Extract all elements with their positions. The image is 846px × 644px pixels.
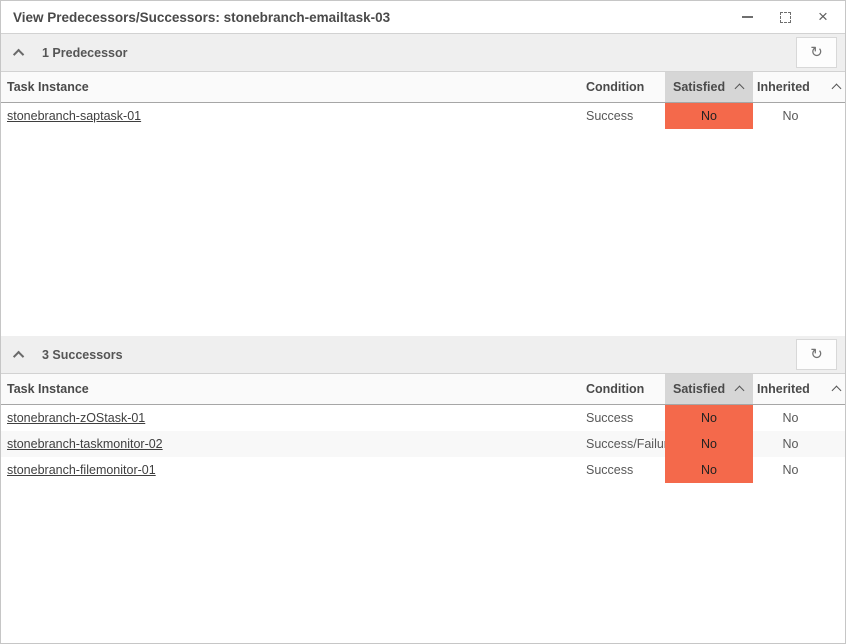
predecessors-section: 1 Predecessor ↻ Task Instance Condition … (1, 34, 845, 336)
task-instance-link[interactable]: stonebranch-saptask-01 (7, 109, 141, 123)
column-header-condition[interactable]: Condition (577, 72, 665, 102)
task-instance-cell: stonebranch-saptask-01 (1, 103, 577, 129)
caret-up-icon (831, 385, 842, 396)
predecessors-refresh-button[interactable]: ↻ (796, 37, 837, 68)
column-header-satisfied-label: Satisfied (673, 80, 726, 94)
row-end-spacer (828, 457, 845, 483)
minimize-icon (741, 16, 753, 18)
refresh-icon: ↻ (810, 346, 823, 363)
chevron-up-icon (12, 48, 25, 60)
column-header-satisfied[interactable]: Satisfied (665, 374, 753, 404)
successors-refresh-button[interactable]: ↻ (796, 339, 837, 370)
column-header-satisfied-label: Satisfied (673, 382, 726, 396)
condition-cell: Success (586, 463, 634, 477)
task-instance-cell: stonebranch-taskmonitor-02 (1, 431, 577, 457)
window-controls: × (740, 7, 835, 26)
predecessors-grid-header: Task Instance Condition Satisfied Inheri… (1, 72, 845, 103)
chevron-up-icon (12, 350, 25, 362)
satisfied-cell: No (665, 431, 753, 457)
task-instance-cell: stonebranch-zOStask-01 (1, 405, 577, 431)
predecessors-collapse-toggle[interactable] (12, 45, 32, 61)
inherited-cell: No (782, 437, 799, 451)
condition-cell: Success/Failure (586, 437, 675, 451)
satisfied-cell: No (665, 457, 753, 483)
row-end-spacer (828, 103, 845, 129)
minimize-button[interactable] (740, 10, 754, 24)
table-row: stonebranch-taskmonitor-02 Success/Failu… (1, 431, 845, 457)
inherited-cell: No (782, 109, 799, 123)
successors-grid-body: stonebranch-zOStask-01 Success No No sto… (1, 405, 845, 643)
maximize-icon (779, 11, 791, 23)
condition-cell: Success (586, 411, 634, 425)
column-header-task-instance[interactable]: Task Instance (1, 72, 577, 102)
column-header-inherited[interactable]: Inherited (753, 72, 828, 102)
column-header-satisfied[interactable]: Satisfied (665, 72, 753, 102)
successors-section: 3 Successors ↻ Task Instance Condition S… (1, 336, 845, 643)
task-instance-link[interactable]: stonebranch-zOStask-01 (7, 411, 145, 425)
condition-cell: Success (586, 109, 634, 123)
grid-header-menu-toggle[interactable] (828, 374, 845, 404)
inherited-cell: No (782, 411, 799, 425)
column-header-inherited[interactable]: Inherited (753, 374, 828, 404)
row-end-spacer (828, 431, 845, 457)
sort-ascending-icon (734, 385, 745, 396)
table-row: stonebranch-zOStask-01 Success No No (1, 405, 845, 431)
successors-grid-header: Task Instance Condition Satisfied Inheri… (1, 374, 845, 405)
sort-ascending-icon (734, 83, 745, 94)
table-row: stonebranch-saptask-01 Success No No (1, 103, 845, 129)
table-row: stonebranch-filemonitor-01 Success No No (1, 457, 845, 483)
row-end-spacer (828, 405, 845, 431)
grid-header-menu-toggle[interactable] (828, 72, 845, 102)
caret-up-icon (831, 83, 842, 94)
column-header-condition[interactable]: Condition (577, 374, 665, 404)
predecessors-section-title: 1 Predecessor (42, 45, 128, 60)
column-header-task-instance[interactable]: Task Instance (1, 374, 577, 404)
predecessors-section-header: 1 Predecessor ↻ (1, 34, 845, 72)
predecessors-grid-body: stonebranch-saptask-01 Success No No (1, 103, 845, 336)
task-instance-cell: stonebranch-filemonitor-01 (1, 457, 577, 483)
dialog-titlebar: View Predecessors/Successors: stonebranc… (1, 1, 845, 34)
satisfied-cell: No (665, 103, 753, 129)
successors-section-header: 3 Successors ↻ (1, 336, 845, 374)
satisfied-cell: No (665, 405, 753, 431)
maximize-button[interactable] (778, 10, 792, 24)
task-instance-link[interactable]: stonebranch-filemonitor-01 (7, 463, 156, 477)
inherited-cell: No (782, 463, 799, 477)
task-instance-link[interactable]: stonebranch-taskmonitor-02 (7, 437, 163, 451)
close-icon: × (818, 7, 828, 26)
successors-collapse-toggle[interactable] (12, 347, 32, 363)
successors-section-title: 3 Successors (42, 347, 123, 362)
close-button[interactable]: × (816, 7, 830, 26)
refresh-icon: ↻ (810, 44, 823, 61)
dialog-title: View Predecessors/Successors: stonebranc… (13, 9, 391, 25)
